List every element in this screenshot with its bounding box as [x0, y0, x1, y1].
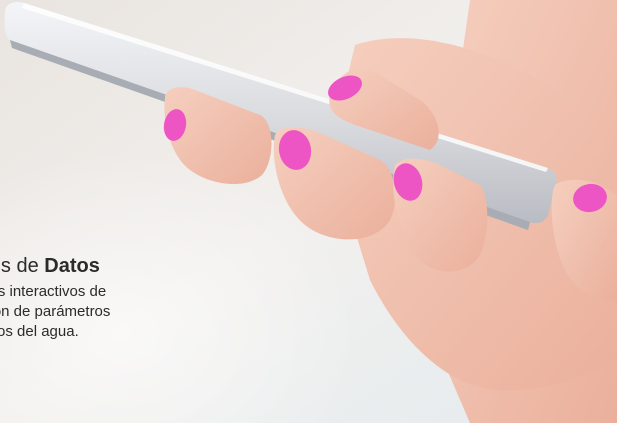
caption-heading: isis de Datos	[0, 254, 242, 278]
caption-heading-prefix: isis de	[0, 255, 39, 277]
caption-line: ción de parámetros	[0, 303, 111, 320]
caption: isis de Datos cos interactivos de ción d…	[0, 254, 242, 342]
caption-heading-bold: Datos	[44, 255, 100, 277]
caption-body: cos interactivos de ción de parámetros t…	[0, 282, 242, 342]
caption-line: cos interactivos de	[0, 283, 107, 300]
caption-line: ticos del agua.	[0, 323, 79, 340]
photo-scene	[0, 0, 617, 423]
